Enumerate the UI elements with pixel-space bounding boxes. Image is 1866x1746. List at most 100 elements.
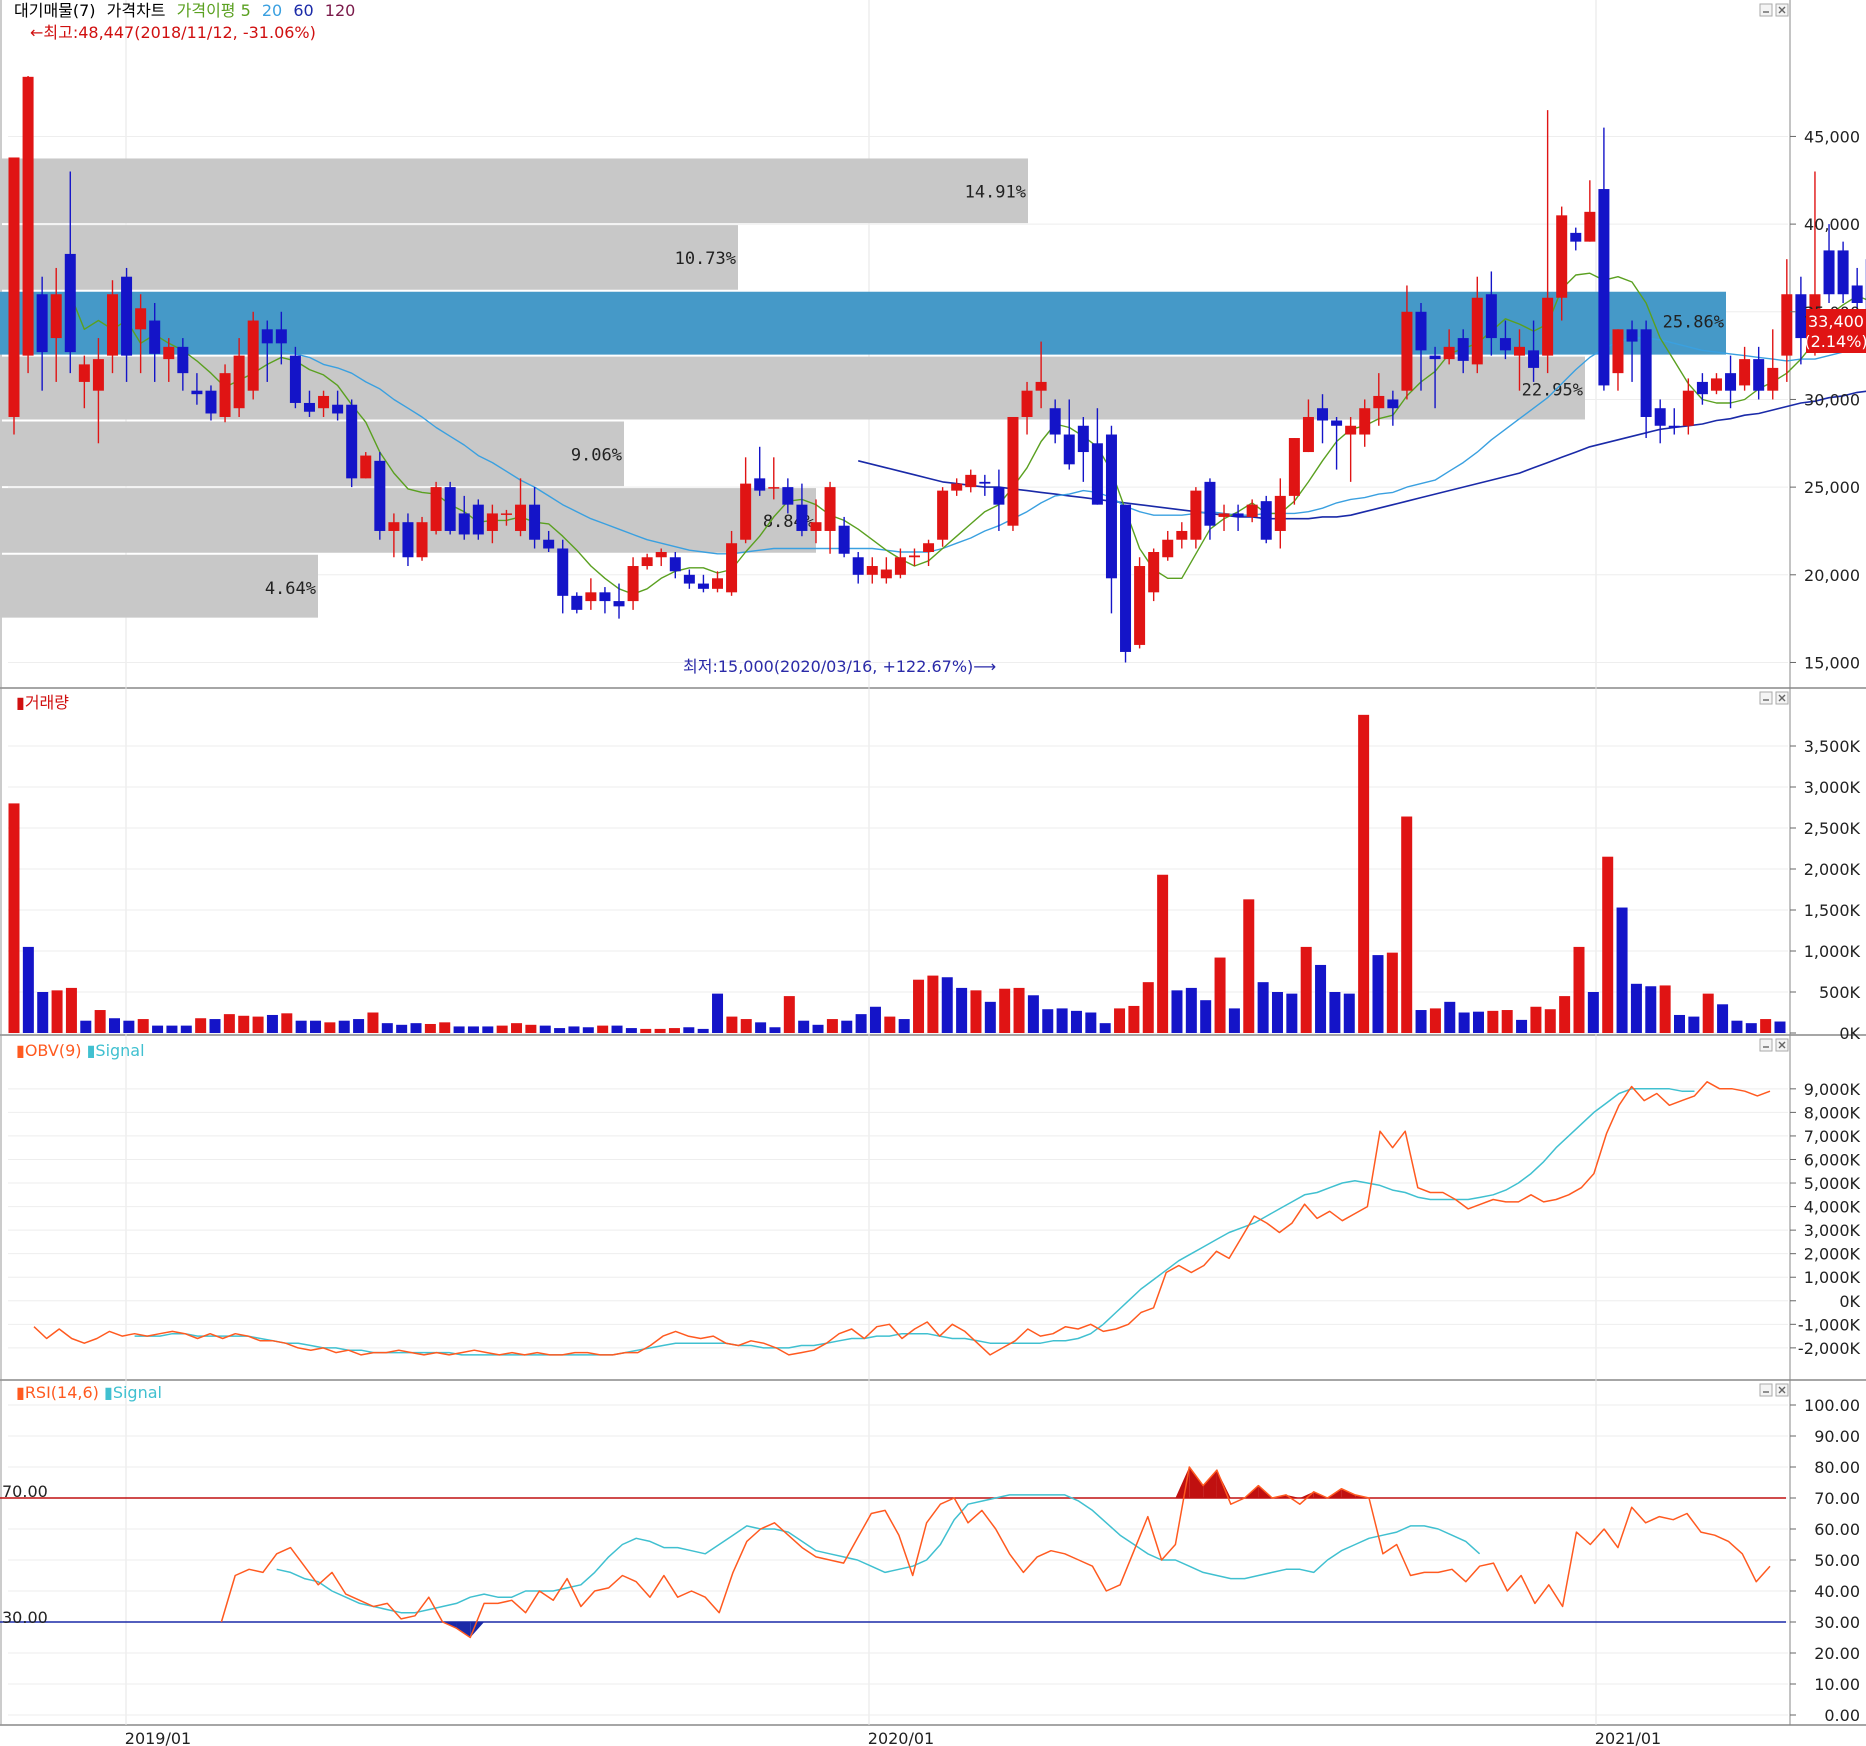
volume-bar [8, 803, 20, 1033]
volume-bar [152, 1025, 164, 1033]
minimize-icon[interactable] [1759, 691, 1773, 705]
volume-bar [281, 1013, 293, 1033]
minimize-icon[interactable] [1759, 3, 1773, 17]
volume-bar [1659, 985, 1671, 1033]
volume-bar [1042, 1009, 1054, 1033]
candle-body [303, 402, 315, 412]
candle [22, 75, 34, 374]
legend-order-book[interactable]: 대기매물(7) [14, 1, 96, 20]
volume-bar [1027, 995, 1039, 1033]
close-icon[interactable] [1775, 1383, 1789, 1397]
minimize-icon-box [1759, 691, 1773, 705]
volume-bar [597, 1025, 609, 1033]
candle-body [1035, 381, 1047, 391]
order-book-zone [0, 225, 738, 290]
legend-price-chart[interactable]: 가격차트 [107, 1, 166, 20]
volume-bar [137, 1019, 149, 1033]
candle-body [923, 543, 935, 552]
volume-bar [367, 1012, 379, 1033]
candle-body [1682, 390, 1694, 426]
candle-body [1626, 329, 1638, 342]
volume-bar [1128, 1005, 1140, 1033]
volume-bar [712, 993, 724, 1033]
volume-bar [1760, 1019, 1772, 1033]
volume-bar [1688, 1016, 1700, 1033]
volume-bar [1013, 987, 1025, 1033]
volume-bar [1516, 1019, 1528, 1033]
minimize-icon-box [1759, 1383, 1773, 1397]
candle-body [712, 578, 723, 589]
volume-bar [1472, 1011, 1484, 1033]
volume-bar [439, 1022, 451, 1033]
candle [247, 311, 259, 400]
close-icon[interactable] [1775, 1038, 1789, 1052]
volume-bar [783, 996, 795, 1033]
legend-ma20[interactable]: 20 [262, 1, 282, 20]
candle-body [1401, 311, 1413, 391]
volume-bar [525, 1024, 537, 1033]
volume-bar [726, 1016, 738, 1033]
volume-bar [252, 1016, 264, 1033]
volume-tick-label: 2,500K [1804, 819, 1861, 838]
candle-body [402, 522, 414, 558]
candle [289, 346, 301, 409]
close-icon[interactable] [1775, 3, 1789, 17]
volume-bar [209, 1019, 221, 1033]
volume-bar [1157, 874, 1169, 1033]
candle-body [1598, 189, 1610, 386]
rsi-tick-label: 10.00 [1814, 1675, 1860, 1694]
legend-ma5[interactable]: 가격이평 5 [177, 1, 251, 20]
candle-body [627, 566, 639, 602]
volume-bar [1573, 946, 1585, 1033]
candle-body [1415, 311, 1427, 351]
rsi-tick-label: 60.00 [1814, 1520, 1860, 1539]
candle-body [571, 595, 583, 610]
candle-body [1668, 425, 1680, 428]
candle-body [1105, 434, 1117, 579]
volume-bar [1070, 1010, 1082, 1033]
volume-bar [65, 987, 77, 1033]
rsi-lower-label: 30.00 [2, 1608, 48, 1627]
candle-body [388, 522, 400, 531]
candle-body [1134, 566, 1146, 645]
obv-tick-label: 0K [1839, 1292, 1860, 1311]
rsi-upper-label: 70.00 [2, 1482, 48, 1501]
candle-body [782, 487, 794, 505]
candle-body [1302, 416, 1314, 453]
volume-bar [238, 1015, 250, 1033]
price-tick-label: 20,000 [1804, 566, 1860, 585]
x-tick-label: 2021/01 [1595, 1729, 1661, 1746]
price-tick-label: 15,000 [1804, 653, 1860, 672]
candle-body [937, 490, 949, 540]
close-icon[interactable] [1775, 691, 1789, 705]
x-tick-label: 2020/01 [868, 1729, 934, 1746]
minimize-icon[interactable] [1759, 1038, 1773, 1052]
candle-body [1120, 504, 1132, 652]
minimize-icon-box [1759, 3, 1773, 17]
volume-bar [898, 1019, 910, 1033]
volume-bar [1315, 964, 1327, 1033]
legend-ma120[interactable]: 120 [325, 1, 356, 20]
volume-bar [453, 1026, 465, 1033]
volume-bar [1343, 993, 1355, 1033]
candle-body [951, 483, 963, 491]
volume-bar [511, 1023, 523, 1033]
candle-body [416, 522, 428, 558]
obv-tick-label: 7,000K [1804, 1127, 1861, 1146]
candle-body [613, 601, 625, 607]
volume-bar [798, 1020, 810, 1033]
zone-percent-label: 14.91% [965, 182, 1026, 202]
candle-body [1429, 355, 1441, 360]
candle-body [149, 320, 161, 354]
volume-bar [913, 979, 925, 1033]
svg-text:대기매물(7) 가격차트 가격이평: 대기매물(7) 가격차트 가격이평 5 20 60 120 [14, 1, 355, 20]
legend-ma60[interactable]: 60 [293, 1, 313, 20]
volume-bar [1271, 992, 1283, 1033]
order-book-zone [0, 158, 1028, 224]
minimize-icon[interactable] [1759, 1383, 1773, 1397]
volume-bar [295, 1020, 307, 1033]
candle-body [754, 478, 766, 491]
obv-tick-label: 1,000K [1804, 1268, 1861, 1287]
candle-body [1007, 416, 1019, 526]
candle-body [106, 294, 118, 356]
